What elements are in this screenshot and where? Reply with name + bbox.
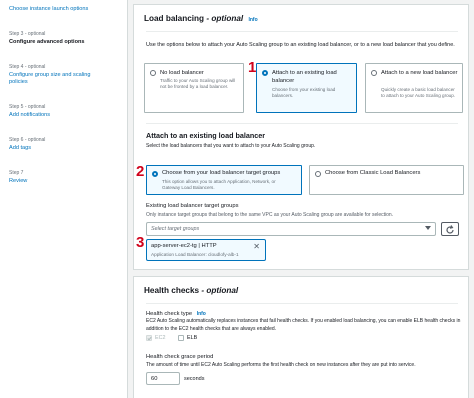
refresh-button[interactable] bbox=[441, 222, 459, 236]
option-no-load-balancer[interactable]: No load balancer Traffic to your Auto Sc… bbox=[144, 63, 244, 113]
elb-checkbox[interactable] bbox=[178, 335, 184, 341]
step-label[interactable]: Configure advanced options bbox=[9, 39, 85, 47]
chevron-down-icon bbox=[425, 226, 431, 230]
check-icon bbox=[147, 336, 152, 341]
target-groups-label: Existing load balancer target groups bbox=[146, 203, 239, 209]
sidebar-step-6[interactable]: Step 6 - optional Add tags bbox=[9, 137, 45, 152]
option-description: Traffic to your Auto Scaling group will … bbox=[160, 78, 236, 90]
load-balancing-description: Use the options below to attach your Aut… bbox=[146, 42, 455, 48]
step-number: Step 6 - optional bbox=[9, 137, 46, 143]
ec2-checkbox[interactable] bbox=[146, 335, 152, 341]
option-classic-load-balancers[interactable]: Choose from Classic Load Balancers bbox=[309, 165, 464, 195]
step-number: Step 3 - optional bbox=[9, 31, 46, 37]
close-icon[interactable]: ✕ bbox=[253, 242, 260, 251]
sidebar-step-5[interactable]: Step 5 - optional Add notifications bbox=[9, 104, 50, 119]
elb-checkbox-label: ELB bbox=[187, 335, 198, 341]
selected-target-group-token: app-server-ec2-tg | HTTP Application Loa… bbox=[146, 239, 266, 261]
title-text: Load balancing bbox=[144, 14, 205, 23]
divider bbox=[146, 303, 458, 304]
option-description: Choose from your existing load balancers… bbox=[272, 87, 336, 99]
load-balancing-title: Load balancing - optional Info bbox=[144, 14, 258, 23]
token-name: app-server-ec2-tg | HTTP bbox=[151, 243, 217, 249]
option-new-load-balancer[interactable]: Attach to a new load balancer Quickly cr… bbox=[365, 63, 463, 113]
divider bbox=[146, 123, 458, 124]
step-number: Step 5 - optional bbox=[9, 104, 46, 110]
option-label: Choose from your load balancer target gr… bbox=[162, 170, 281, 176]
grace-period-unit: seconds bbox=[184, 376, 205, 382]
label-text: Health check type bbox=[146, 311, 193, 317]
step-label[interactable]: Configure group size and scaling policie… bbox=[9, 72, 109, 87]
wizard-sidebar: Choose instance launch options Step 3 - … bbox=[0, 0, 128, 398]
title-text: Health checks bbox=[144, 286, 200, 295]
sidebar-link-label[interactable]: Choose instance launch options bbox=[9, 6, 88, 14]
grace-period-description: The amount of time until EC2 Auto Scalin… bbox=[146, 362, 416, 368]
health-checks-panel: Health checks - optional Health check ty… bbox=[133, 276, 469, 398]
annotation-marker-2: 2 bbox=[136, 163, 145, 180]
sidebar-step-7[interactable]: Step 7 Review bbox=[9, 170, 27, 185]
health-check-type-label: Health check type Info bbox=[146, 310, 206, 318]
option-existing-load-balancer[interactable]: Attach to an existing load balancer Choo… bbox=[256, 63, 357, 113]
step-label[interactable]: Review bbox=[9, 178, 27, 186]
radio-button[interactable] bbox=[150, 70, 156, 76]
step-label[interactable]: Add tags bbox=[9, 145, 45, 153]
load-balancing-panel: Load balancing - optional Info Use the o… bbox=[133, 4, 469, 270]
option-label: Attach to a new load balancer bbox=[381, 70, 458, 76]
option-description: This option allows you to attach Applica… bbox=[162, 179, 276, 191]
optional-label: - optional bbox=[206, 14, 244, 23]
annotation-marker-3: 3 bbox=[136, 234, 145, 251]
attach-title: Attach to an existing load balancer bbox=[146, 131, 266, 140]
sidebar-link-launch-options[interactable]: Choose instance launch options bbox=[9, 6, 88, 14]
option-label: Attach to an existing load balancer bbox=[272, 70, 337, 84]
step-label[interactable]: Add notifications bbox=[9, 112, 50, 120]
option-target-groups[interactable]: Choose from your load balancer target gr… bbox=[146, 165, 302, 195]
option-description: Quickly create a basic load balancer to … bbox=[381, 87, 456, 99]
attach-description: Select the load balancers that you want … bbox=[146, 143, 316, 149]
target-groups-select[interactable]: Select target groups bbox=[146, 222, 436, 236]
health-checks-title: Health checks - optional bbox=[144, 286, 238, 295]
select-placeholder: Select target groups bbox=[151, 226, 200, 232]
divider bbox=[146, 31, 458, 32]
sidebar-step-4[interactable]: Step 4 - optional Configure group size a… bbox=[9, 64, 109, 87]
option-label: Choose from Classic Load Balancers bbox=[325, 170, 421, 176]
radio-button[interactable] bbox=[371, 70, 377, 76]
target-groups-description: Only instance target groups that belong … bbox=[146, 212, 394, 218]
grace-period-label: Health check grace period bbox=[146, 354, 214, 360]
radio-button-selected[interactable] bbox=[262, 70, 268, 76]
optional-label: - optional bbox=[201, 286, 239, 295]
info-link[interactable]: Info bbox=[197, 311, 206, 317]
token-detail: Application Load Balancer: cloudlofy-alb… bbox=[151, 252, 239, 257]
refresh-icon bbox=[446, 225, 454, 234]
sidebar-step-3[interactable]: Step 3 - optional Configure advanced opt… bbox=[9, 31, 85, 46]
step-number: Step 7 bbox=[9, 170, 24, 176]
radio-button[interactable] bbox=[315, 171, 321, 177]
grace-period-input[interactable]: 60 bbox=[146, 372, 180, 385]
option-label: No load balancer bbox=[160, 70, 204, 76]
step-number: Step 4 - optional bbox=[9, 64, 46, 70]
info-link[interactable]: Info bbox=[248, 17, 257, 23]
ec2-checkbox-label: EC2 bbox=[155, 335, 166, 341]
health-check-type-description: EC2 Auto Scaling automatically replaces … bbox=[146, 318, 461, 332]
main-content: Load balancing - optional Info Use the o… bbox=[128, 0, 474, 398]
radio-button-selected[interactable] bbox=[152, 171, 158, 177]
